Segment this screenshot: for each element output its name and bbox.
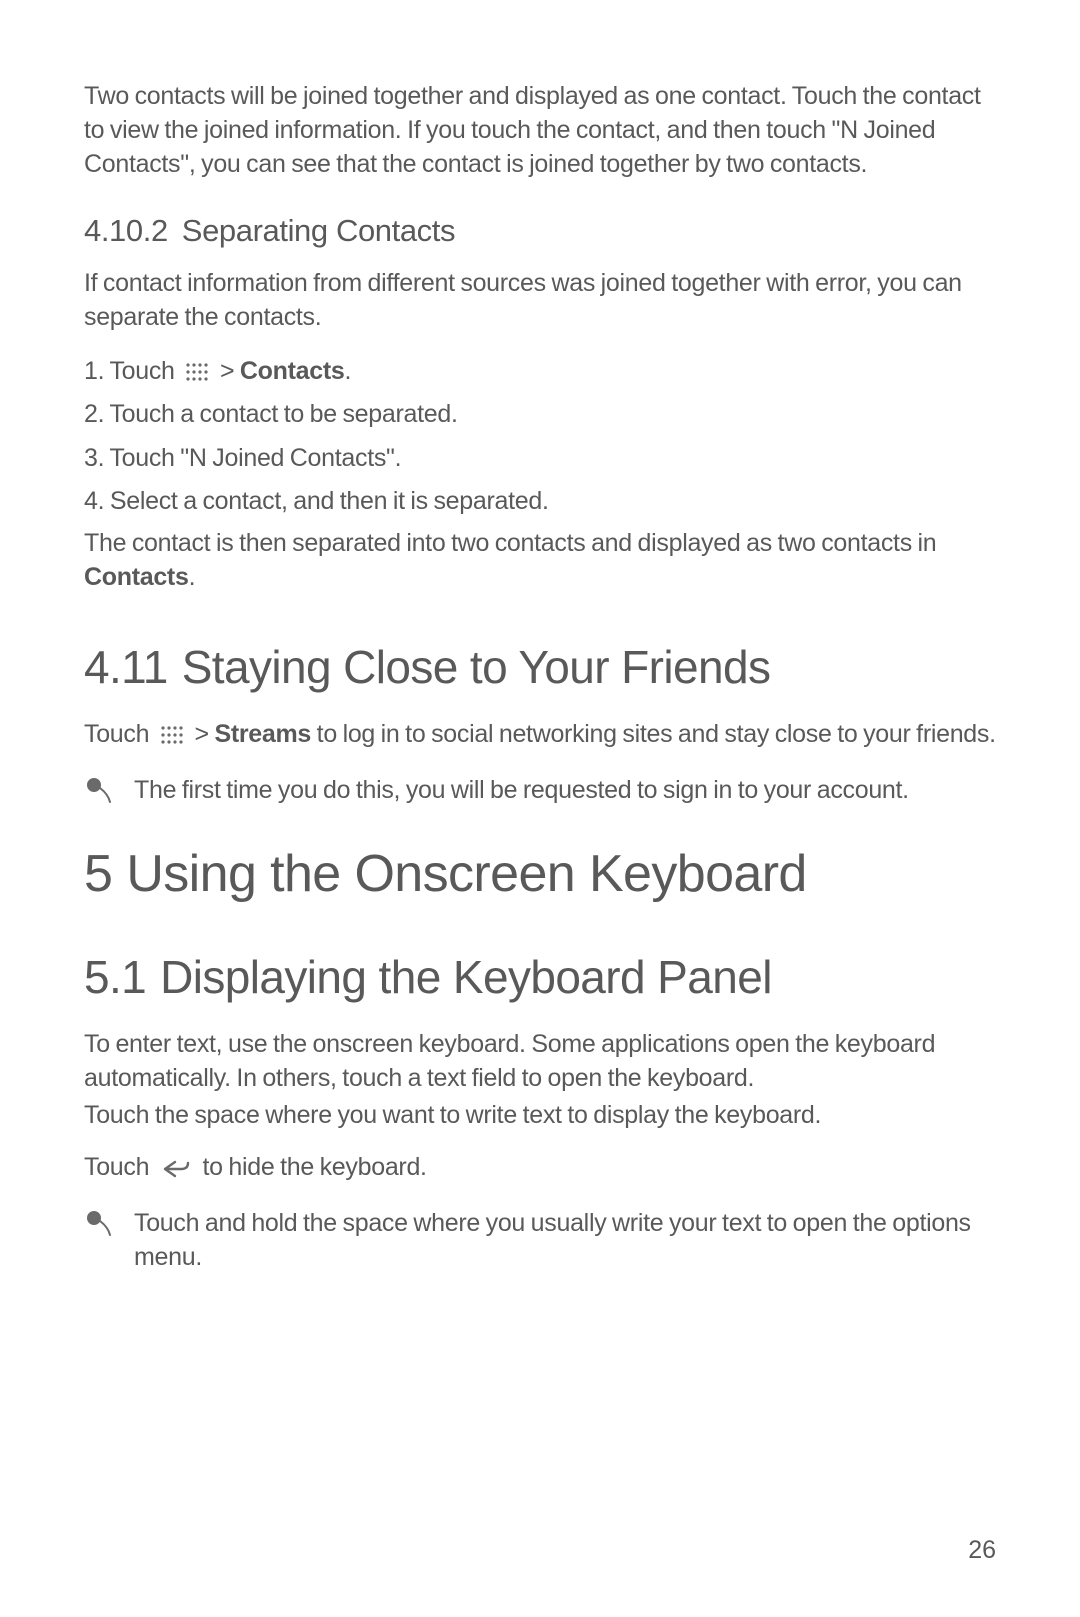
- note-icon: [84, 1209, 114, 1239]
- heading-number: 5.1: [84, 951, 146, 1003]
- back-arrow-icon: [161, 1155, 191, 1175]
- step-1-bold: Contacts: [240, 357, 345, 385]
- note-icon: [84, 776, 114, 806]
- intro-paragraph: Two contacts will be joined together and…: [84, 80, 996, 181]
- kbd-para-2: Touch the space where you want to write …: [84, 1099, 996, 1133]
- step-1-gt: >: [214, 357, 240, 385]
- kbd-hide-paragraph: Touch to hide the keyboard.: [84, 1151, 996, 1185]
- separating-intro: If contact information from different so…: [84, 267, 996, 335]
- heading-number: 5: [84, 845, 112, 903]
- document-page: Two contacts will be joined together and…: [0, 0, 1080, 1274]
- note-2-text: Touch and hold the space where you usual…: [134, 1207, 996, 1275]
- sep-result-post: .: [189, 563, 196, 591]
- friends-pre: Touch: [84, 720, 155, 748]
- step-2: 2. Touch a contact to be separated.: [84, 396, 996, 434]
- heading-5: 5Using the Onscreen Keyboard: [84, 844, 996, 904]
- page-number: 26: [968, 1536, 996, 1565]
- friends-paragraph: Touch > Streams to log in to social netw…: [84, 718, 996, 752]
- friends-post: to log in to social networking sites and…: [311, 720, 996, 748]
- apps-grid-icon: [186, 355, 208, 373]
- sep-result-pre: The contact is then separated into two c…: [84, 529, 936, 557]
- note-1-text: The first time you do this, you will be …: [134, 774, 909, 808]
- kbd-para-1: To enter text, use the onscreen keyboard…: [84, 1028, 996, 1096]
- note-2: Touch and hold the space where you usual…: [84, 1207, 996, 1275]
- heading-title: Using the Onscreen Keyboard: [126, 845, 806, 903]
- step-4: 4. Select a contact, and then it is sepa…: [84, 483, 996, 521]
- note-1: The first time you do this, you will be …: [84, 774, 996, 808]
- sep-result-bold: Contacts: [84, 563, 189, 591]
- step-1-prefix: 1. Touch: [84, 357, 180, 385]
- heading-title: Staying Close to Your Friends: [182, 641, 771, 693]
- heading-4-10-2: 4.10.2 Separating Contacts: [84, 213, 996, 249]
- kbd-hide-pre: Touch: [84, 1153, 155, 1181]
- heading-4-11: 4.11 Staying Close to Your Friends: [84, 640, 996, 694]
- heading-number: 4.11: [84, 641, 168, 693]
- heading-title: Separating Contacts: [182, 213, 455, 248]
- kbd-hide-post: to hide the keyboard.: [197, 1153, 427, 1181]
- step-1-suffix: .: [344, 357, 351, 385]
- step-1: 1. Touch > Contacts.: [84, 353, 996, 391]
- step-3: 3. Touch "N Joined Contacts".: [84, 440, 996, 478]
- friends-gt: >: [189, 720, 215, 748]
- friends-bold: Streams: [214, 720, 311, 748]
- separating-result: The contact is then separated into two c…: [84, 527, 996, 595]
- heading-5-1: 5.1 Displaying the Keyboard Panel: [84, 950, 996, 1004]
- heading-title: Displaying the Keyboard Panel: [160, 951, 772, 1003]
- apps-grid-icon: [161, 720, 183, 738]
- heading-number: 4.10.2: [84, 213, 168, 248]
